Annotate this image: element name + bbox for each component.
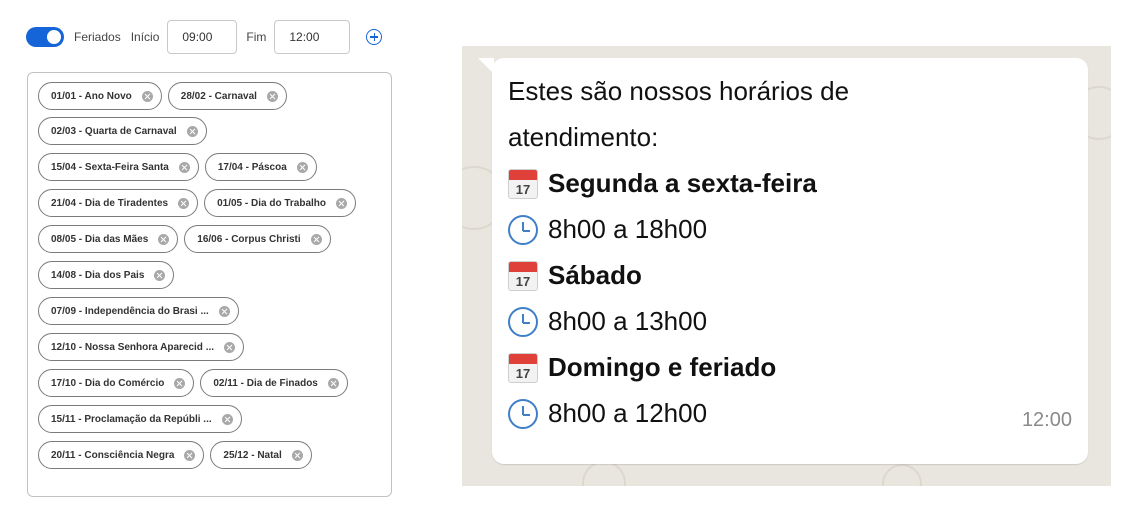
holiday-chip[interactable]: 16/06 - Corpus Christi	[184, 225, 331, 253]
remove-holiday-icon[interactable]	[158, 233, 170, 245]
holiday-chip-label: 12/10 - Nossa Senhora Aparecid ...	[51, 341, 215, 353]
remove-holiday-icon[interactable]	[184, 449, 196, 461]
remove-holiday-icon[interactable]	[221, 413, 233, 425]
holidays-list: 01/01 - Ano Novo 28/02 - Carnaval 02/03 …	[27, 72, 392, 497]
holiday-chip-label: 17/10 - Dia do Comércio	[51, 377, 165, 389]
holiday-chip[interactable]: 17/10 - Dia do Comércio	[38, 369, 195, 397]
schedule-hours-row: 8h00 a 12h00	[508, 398, 707, 429]
holiday-chip[interactable]: 25/12 - Natal	[210, 441, 312, 469]
holiday-chip-label: 01/05 - Dia do Trabalho	[217, 197, 327, 209]
holiday-chip[interactable]: 12/10 - Nossa Senhora Aparecid ...	[38, 333, 245, 361]
holiday-row: 14/08 - Dia dos Pais	[38, 261, 180, 289]
saturday-title: Sábado	[548, 260, 642, 290]
background-doodle	[582, 461, 626, 486]
holiday-chip-label: 17/04 - Páscoa	[217, 161, 287, 173]
holiday-chip[interactable]: 02/11 - Dia de Finados	[200, 369, 348, 397]
remove-holiday-icon[interactable]	[296, 161, 308, 173]
remove-holiday-icon[interactable]	[224, 341, 236, 353]
holiday-chip-label: 16/06 - Corpus Christi	[197, 233, 301, 245]
holiday-chip[interactable]: 01/05 - Dia do Trabalho	[204, 189, 357, 217]
clock-icon	[508, 306, 538, 337]
calendar-icon: 17	[508, 168, 538, 199]
start-time-input[interactable]: 09:00	[167, 20, 238, 54]
start-label: Início	[130, 30, 160, 44]
holiday-chip[interactable]: 21/04 - Dia de Tiradentes	[38, 189, 199, 217]
remove-holiday-icon[interactable]	[174, 377, 186, 389]
holiday-chip[interactable]: 28/02 - Carnaval	[167, 82, 287, 110]
schedule-title-row: 17 Domingo e feriado	[508, 352, 776, 383]
holiday-row: 17/10 - Dia do Comércio 02/11 - Dia de F…	[38, 369, 354, 397]
schedule-title-row: 17 Sábado	[508, 260, 642, 291]
holidays-toggle[interactable]	[26, 27, 64, 47]
message-intro-line: atendimento:	[508, 122, 659, 152]
holiday-chip[interactable]: 15/11 - Proclamação da Repúbli ...	[38, 405, 242, 433]
holiday-chip-label: 01/01 - Ano Novo	[51, 90, 132, 102]
end-time-input[interactable]: 12:00	[274, 20, 351, 54]
remove-holiday-icon[interactable]	[291, 449, 303, 461]
holiday-chip-label: 07/09 - Independência do Brasi ...	[51, 305, 209, 317]
holiday-row: 07/09 - Independência do Brasi ...	[38, 297, 245, 325]
remove-holiday-icon[interactable]	[141, 90, 153, 102]
weekday-hours: 8h00 a 18h00	[548, 214, 708, 244]
holiday-chip[interactable]: 20/11 - Consciência Negra	[38, 441, 205, 469]
schedule-hours-row: 8h00 a 13h00	[508, 306, 707, 337]
holiday-chip-label: 20/11 - Consciência Negra	[51, 449, 175, 461]
remove-holiday-icon[interactable]	[178, 161, 190, 173]
holidays-toggle-label: Feriados	[74, 30, 121, 44]
end-label: Fim	[246, 30, 267, 44]
remove-holiday-icon[interactable]	[154, 269, 166, 281]
holiday-row: 01/01 - Ano Novo 28/02 - Carnaval	[38, 82, 293, 110]
holiday-chip-label: 02/11 - Dia de Finados	[213, 377, 318, 389]
holiday-chip-label: 14/08 - Dia dos Pais	[51, 269, 145, 281]
holiday-chip-label: 02/03 - Quarta de Carnaval	[51, 125, 177, 137]
remove-holiday-icon[interactable]	[218, 305, 230, 317]
remove-holiday-icon[interactable]	[336, 197, 348, 209]
holiday-row: 12/10 - Nossa Senhora Aparecid ...	[38, 333, 250, 361]
saturday-hours: 8h00 a 13h00	[548, 306, 708, 336]
schedule-hours-row: 8h00 a 18h00	[508, 214, 707, 245]
remove-holiday-icon[interactable]	[310, 233, 322, 245]
remove-holiday-icon[interactable]	[266, 90, 278, 102]
holiday-row: 15/04 - Sexta-Feira Santa 17/04 - Páscoa	[38, 153, 323, 181]
calendar-icon: 17	[508, 260, 538, 291]
clock-icon	[508, 398, 538, 429]
background-doodle	[882, 464, 922, 486]
remove-holiday-icon[interactable]	[186, 125, 198, 137]
sunday-hours: 8h00 a 12h00	[548, 398, 708, 428]
holiday-chip-label: 21/04 - Dia de Tiradentes	[51, 197, 169, 209]
message-timestamp: 12:00	[1021, 409, 1072, 431]
holiday-row: 21/04 - Dia de Tiradentes 01/05 - Dia do…	[38, 189, 362, 217]
holiday-row: 15/11 - Proclamação da Repúbli ...	[38, 405, 248, 433]
holiday-chip-label: 25/12 - Natal	[223, 449, 282, 461]
holiday-chip-label: 15/11 - Proclamação da Repúbli ...	[51, 413, 212, 425]
message-bubble: Estes são nossos horários de atendimento…	[492, 58, 1088, 464]
holiday-chip-label: 15/04 - Sexta-Feira Santa	[51, 161, 169, 173]
holiday-chip[interactable]: 07/09 - Independência do Brasi ...	[38, 297, 239, 325]
holiday-chip-label: 08/05 - Dia das Mães	[51, 233, 149, 245]
schedule-title-row: 17 Segunda a sexta-feira	[508, 168, 817, 199]
holiday-chip[interactable]: 14/08 - Dia dos Pais	[38, 261, 175, 289]
holiday-row: 02/03 - Quarta de Carnaval	[38, 117, 213, 145]
clock-icon	[508, 214, 538, 245]
holiday-chip-label: 28/02 - Carnaval	[180, 90, 257, 102]
holiday-chip[interactable]: 01/01 - Ano Novo	[38, 82, 162, 110]
toggle-knob	[47, 30, 61, 44]
message-intro-line: Estes são nossos horários de	[508, 76, 850, 106]
holiday-row: 08/05 - Dia das Mães 16/06 - Corpus Chri…	[38, 225, 337, 253]
sunday-title: Domingo e feriado	[548, 352, 777, 382]
holiday-chip[interactable]: 02/03 - Quarta de Carnaval	[38, 117, 207, 145]
holiday-chip[interactable]: 15/04 - Sexta-Feira Santa	[38, 153, 199, 181]
chat-preview: Estes são nossos horários de atendimento…	[462, 46, 1111, 486]
holiday-row: 20/11 - Consciência Negra 25/12 - Natal	[38, 441, 318, 469]
remove-holiday-icon[interactable]	[327, 377, 339, 389]
remove-holiday-icon[interactable]	[178, 197, 190, 209]
holiday-chip[interactable]: 17/04 - Páscoa	[204, 153, 317, 181]
holiday-settings-bar: Feriados Início 09:00 Fim 12:00	[26, 20, 383, 54]
add-holiday-icon[interactable]	[366, 29, 383, 45]
weekday-title: Segunda a sexta-feira	[548, 168, 817, 198]
calendar-icon: 17	[508, 352, 538, 383]
holiday-chip[interactable]: 08/05 - Dia das Mães	[38, 225, 179, 253]
